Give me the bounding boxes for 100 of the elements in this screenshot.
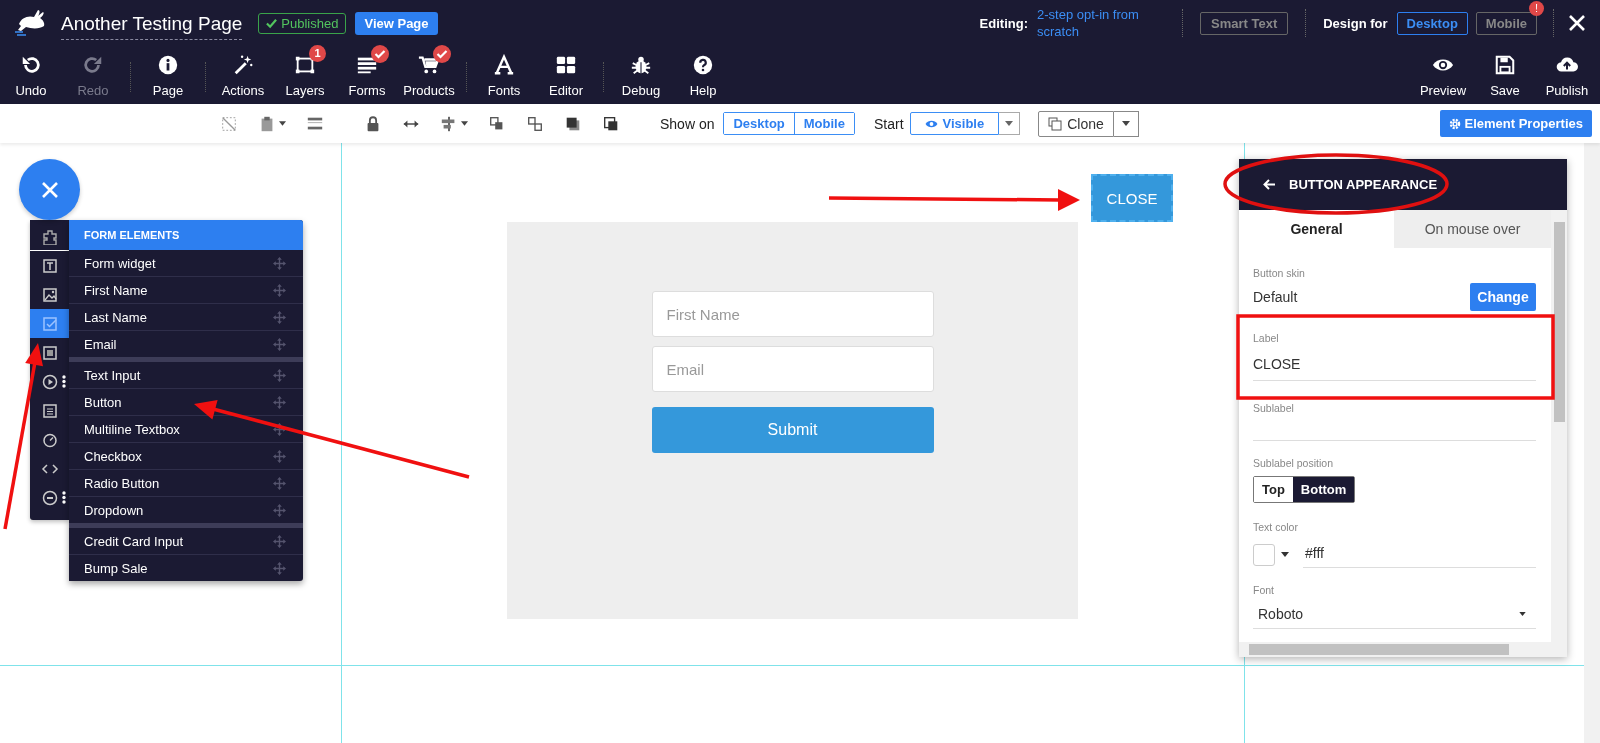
close-icon xyxy=(40,180,59,199)
toolbar-button[interactable]: Undo xyxy=(3,45,59,98)
move-icon xyxy=(273,395,286,409)
toolbar-button[interactable]: Page xyxy=(140,45,196,98)
position-toggle[interactable]: Bottom xyxy=(1292,477,1355,502)
gear-icon xyxy=(1448,117,1461,130)
field-label: Sublabel xyxy=(1253,402,1295,414)
caret-icon xyxy=(1121,121,1130,126)
minus-circle-icon xyxy=(40,488,59,507)
toolbar-button[interactable]: Editor xyxy=(538,45,594,98)
toolbar-button[interactable]: Layers 1 xyxy=(277,45,333,98)
toolbar-button[interactable]: Products xyxy=(401,45,457,98)
tab[interactable]: On mouse over xyxy=(1394,210,1551,248)
clone-button[interactable]: Clone xyxy=(1038,110,1114,137)
menu-item[interactable]: Form widget xyxy=(69,250,303,277)
caret-icon xyxy=(1005,121,1014,126)
color-field[interactable]: #fff xyxy=(1303,541,1536,568)
toolbar-button[interactable]: Debug xyxy=(613,45,669,98)
field-label: Button skin xyxy=(1253,267,1306,279)
menu-item[interactable]: Radio Button xyxy=(69,470,303,497)
field-label: Text color xyxy=(1253,521,1299,533)
device-toggle-button[interactable]: Desktop xyxy=(1396,11,1468,35)
field-label: Font xyxy=(1253,584,1275,596)
smart-text-button[interactable]: Smart Text xyxy=(1200,11,1289,35)
puzzle-icon xyxy=(40,227,59,245)
device-button[interactable]: Mobile xyxy=(793,113,854,134)
menu-item[interactable]: Checkbox xyxy=(69,443,303,470)
alert-badge: ! xyxy=(1529,0,1544,16)
editing-label: Editing: xyxy=(979,15,1028,31)
text-field[interactable]: First Name xyxy=(651,291,934,337)
skin-value: Default xyxy=(1253,289,1298,305)
menu-item[interactable]: Multiline Textbox xyxy=(69,416,303,443)
published-badge: Published xyxy=(258,12,347,34)
close-button[interactable] xyxy=(1568,14,1586,32)
caret-icon xyxy=(1519,612,1526,616)
send-to-back-button[interactable] xyxy=(602,114,620,133)
element-properties-button[interactable]: Element Properties xyxy=(1439,110,1592,137)
move-icon xyxy=(273,534,286,548)
more-icon xyxy=(62,375,66,388)
show-on-label: Show on xyxy=(660,115,715,132)
menu-item[interactable]: Last Name xyxy=(69,304,303,331)
square-icon xyxy=(40,343,59,362)
text-field[interactable]: Email xyxy=(651,346,934,392)
start-label: Start xyxy=(873,115,904,132)
move-icon xyxy=(273,449,286,463)
font-dropdown[interactable]: Roboto xyxy=(1253,596,1536,629)
back-arrow-icon xyxy=(1263,179,1275,190)
toolbar-button[interactable]: Save xyxy=(1477,45,1533,98)
copy-icon xyxy=(1048,116,1063,131)
page-title[interactable]: Another Testing Page xyxy=(61,12,243,40)
scrollbar[interactable] xyxy=(1551,210,1567,642)
cart-icon xyxy=(418,54,440,76)
toolbar-button[interactable]: Forms xyxy=(339,45,395,98)
eye-icon xyxy=(924,118,938,129)
toolbar-button[interactable]: Help xyxy=(675,45,731,98)
menu-item[interactable]: Credit Card Input xyxy=(69,528,303,555)
backward-button[interactable] xyxy=(526,114,544,133)
rabbit-logo xyxy=(15,8,47,38)
menu-item[interactable]: Dropdown xyxy=(69,497,303,523)
dropdown-button[interactable] xyxy=(1113,110,1139,137)
menu-item[interactable]: First Name xyxy=(69,277,303,304)
help-icon xyxy=(692,54,714,76)
no-border-icon xyxy=(220,114,238,133)
image-icon xyxy=(40,285,59,304)
menu-header: FORM ELEMENTS xyxy=(69,220,303,250)
move-icon xyxy=(273,561,286,575)
back-button[interactable] xyxy=(1263,179,1275,190)
bug-icon xyxy=(630,54,652,76)
change-button[interactable]: Change xyxy=(1470,283,1536,311)
menu-item[interactable]: Text Input xyxy=(69,362,303,389)
move-icon xyxy=(273,368,286,382)
menu-item[interactable]: Email xyxy=(69,331,303,357)
editing-link[interactable]: 2-step opt-in from scratch xyxy=(1037,6,1165,40)
menu-item[interactable]: Bump Sale xyxy=(69,555,303,581)
checkbox-icon xyxy=(40,314,59,333)
scrollbar[interactable] xyxy=(1239,642,1567,657)
text-box-icon xyxy=(40,256,59,275)
dropdown-button[interactable] xyxy=(999,112,1021,135)
move-icon xyxy=(273,310,286,324)
move-icon xyxy=(273,422,286,436)
toolbar-button[interactable]: Preview xyxy=(1415,45,1471,98)
close-fab-button[interactable] xyxy=(19,159,80,220)
field-label: Label xyxy=(1253,332,1280,344)
info-icon xyxy=(157,54,179,76)
visibility-dropdown[interactable]: Visible xyxy=(909,112,1000,135)
more-icon xyxy=(62,491,66,504)
toolbar-button[interactable]: Actions xyxy=(215,45,271,98)
toolbar-button[interactable]: Fonts xyxy=(476,45,532,98)
align-button[interactable] xyxy=(440,114,468,133)
redo-icon xyxy=(82,54,104,76)
color-swatch[interactable] xyxy=(1253,543,1275,566)
move-icon xyxy=(273,283,286,297)
count-badge: 1 xyxy=(309,45,326,62)
font-icon xyxy=(493,54,515,76)
page-scrollbar[interactable] xyxy=(1584,143,1600,743)
view-page-button[interactable]: View Page xyxy=(355,11,438,35)
label-field[interactable]: CLOSE xyxy=(1253,344,1536,381)
caret-icon xyxy=(279,121,286,126)
no-border-button[interactable] xyxy=(220,114,238,133)
toolbar-button[interactable]: Publish xyxy=(1539,45,1595,98)
